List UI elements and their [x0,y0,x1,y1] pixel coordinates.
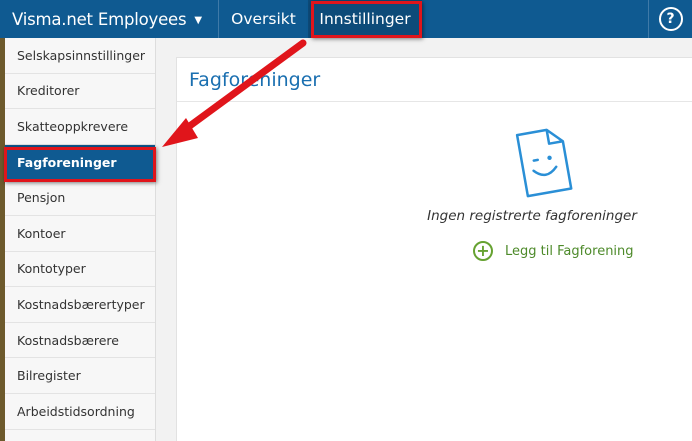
page-title: Fagforeninger [177,58,692,102]
chevron-down-icon: ▼ [194,14,202,26]
app-switcher[interactable]: Visma.net Employees ▼ [0,0,218,38]
sidebar-item-kostnadsbaerere[interactable]: Kostnadsbærere [5,323,155,359]
sidebar-item-kostnadsbaerertyper[interactable]: Kostnadsbærertyper [5,287,155,323]
sidebar-item-kontotyper[interactable]: Kontotyper [5,252,155,288]
sidebar-item-fagforeninger[interactable]: Fagforeninger [5,144,155,181]
empty-state-text: Ingen registrerte fagforeninger [427,208,637,224]
settings-sidebar: Selskapsinnstillinger Kreditorer Skatteo… [5,38,156,441]
sidebar-item-kreditorer[interactable]: Kreditorer [5,74,155,110]
sidebar-item-bilregister[interactable]: Bilregister [5,358,155,394]
add-fagforening-label: Legg til Fagforening [505,243,634,259]
top-navigation-bar: Visma.net Employees ▼ Oversikt Innstilli… [0,0,692,38]
app-name: Visma.net Employees [12,9,187,29]
main-panel: Fagforeninger Ingen registrerte fagforen… [176,57,692,441]
help-icon: ? [658,7,683,31]
sidebar-item-arbeidstidsordning[interactable]: Arbeidstidsordning [5,394,155,430]
help-button[interactable]: ? [648,0,692,38]
plus-circle-icon: + [473,241,493,261]
nav-oversikt[interactable]: Oversikt [218,0,308,38]
add-fagforening-link[interactable]: + Legg til Fagforening [473,241,634,261]
sidebar-item-skatteoppkrevere[interactable]: Skatteoppkrevere [5,109,155,145]
sidebar-item-pensjon[interactable]: Pensjon [5,180,155,216]
sidebar-item-kontoer[interactable]: Kontoer [5,216,155,252]
sidebar-item-selskapsinnstillinger[interactable]: Selskapsinnstillinger [5,38,155,74]
smiling-document-icon [515,128,573,198]
nav-innstillinger[interactable]: Innstillinger [308,0,422,38]
